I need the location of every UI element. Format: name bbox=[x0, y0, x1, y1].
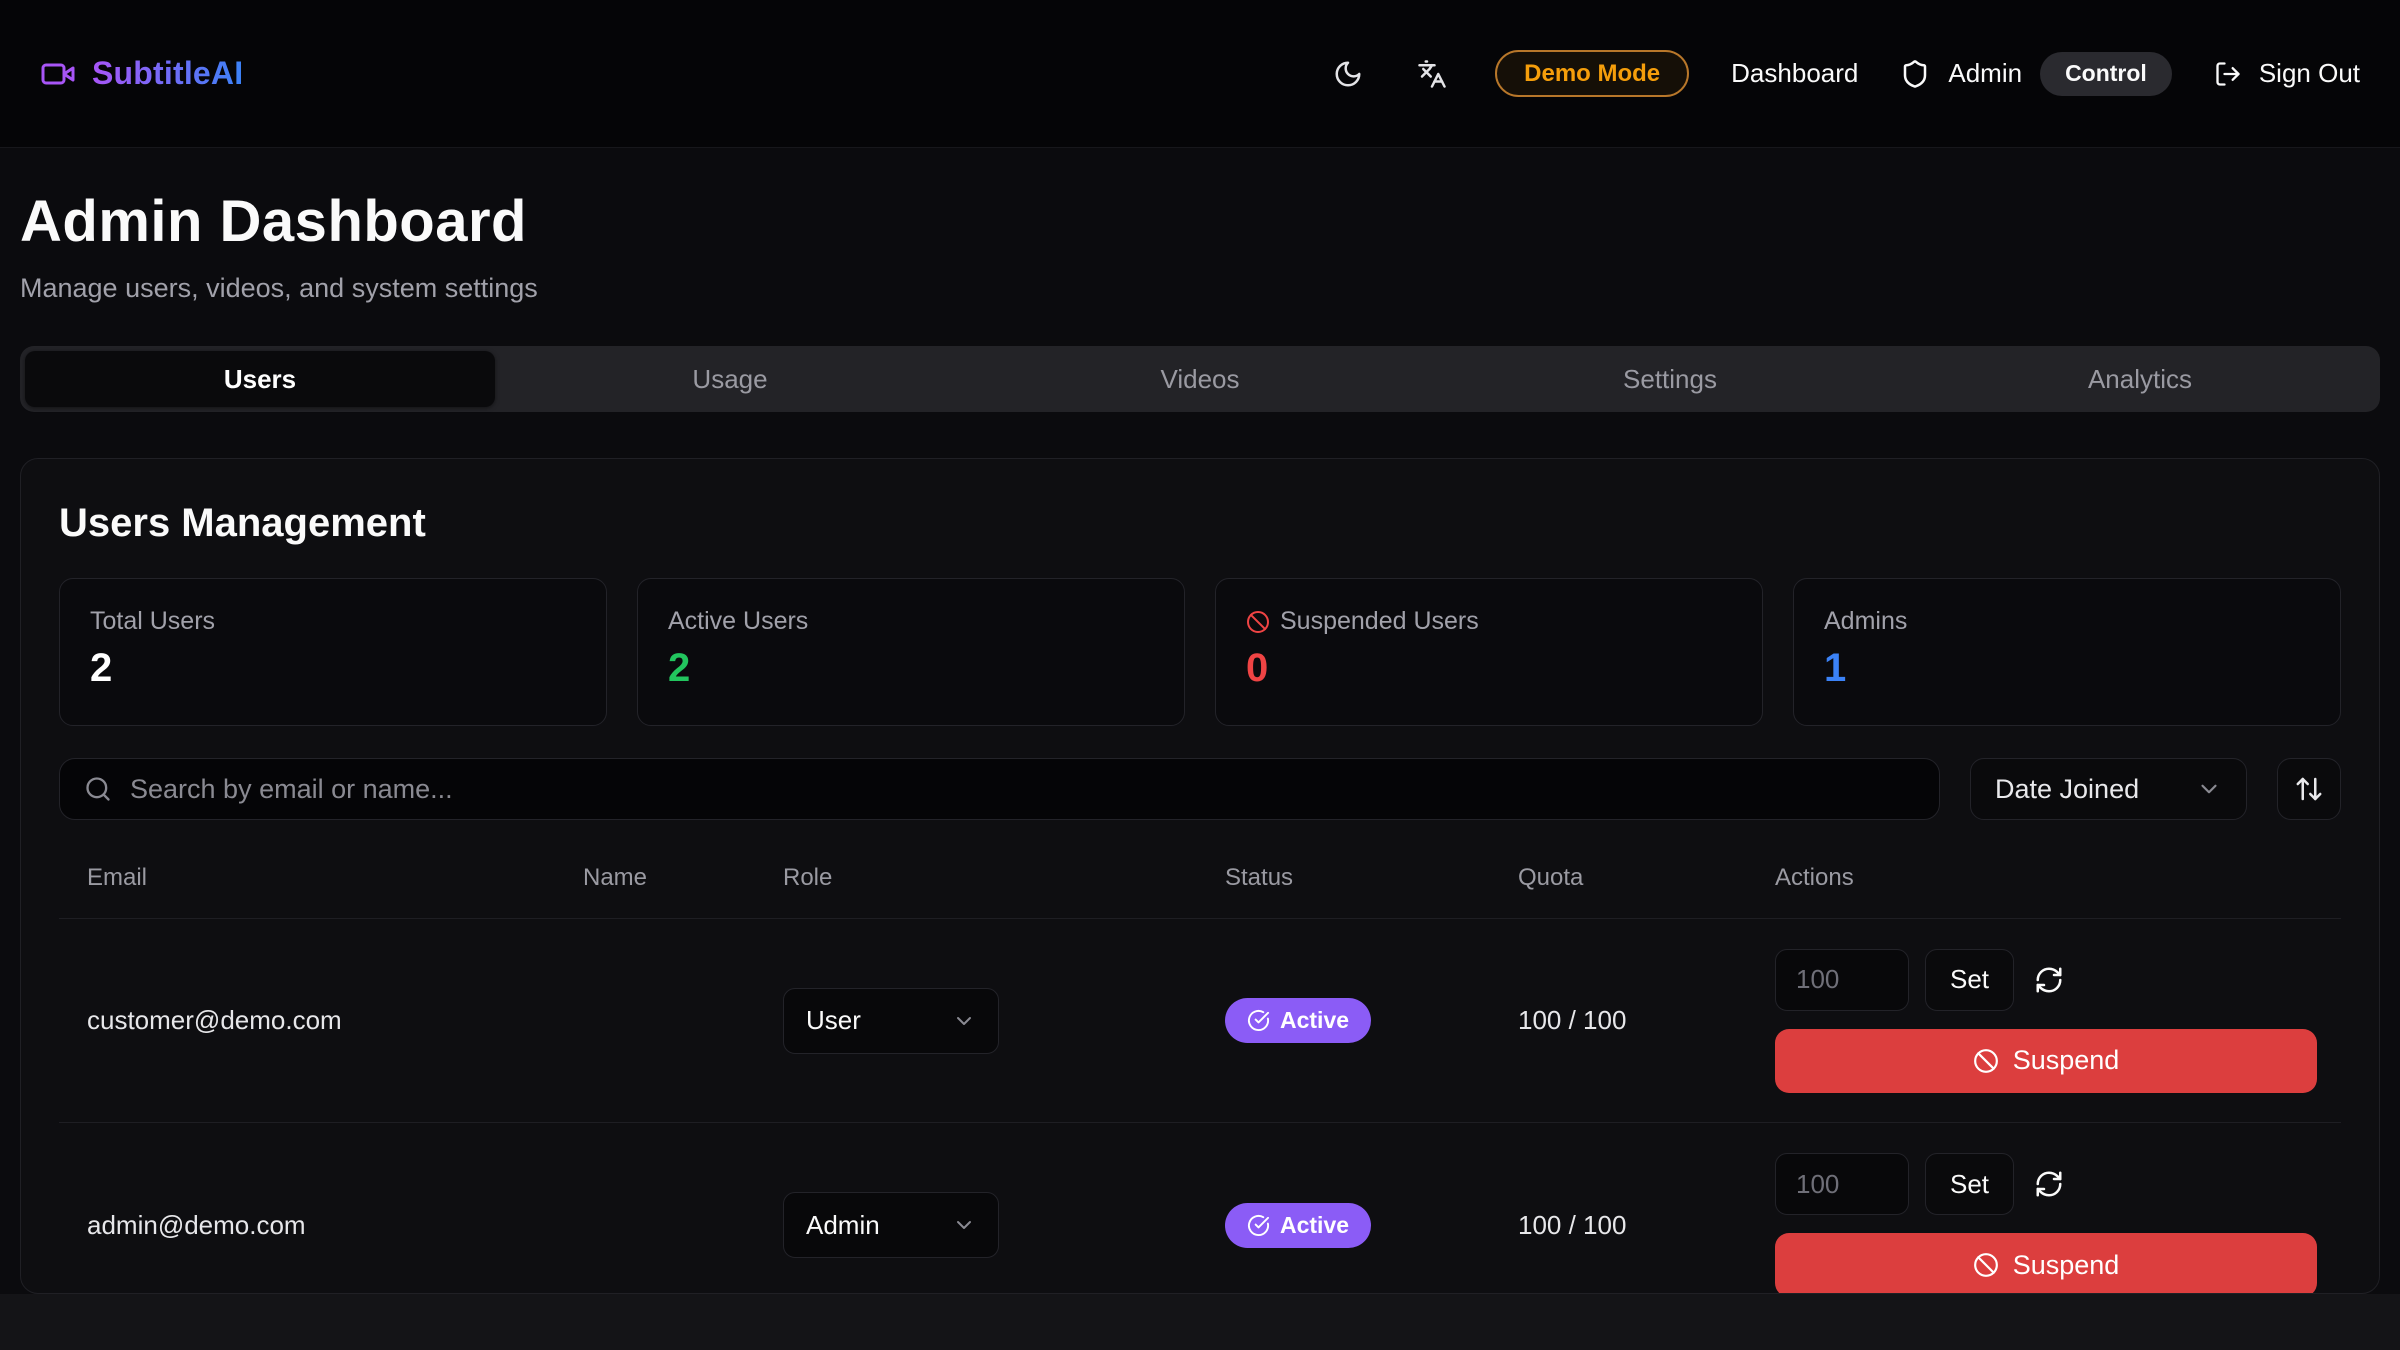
table-row: admin@demo.com Admin Active 100 / bbox=[59, 1123, 2341, 1294]
circle-check-icon bbox=[1247, 1214, 1270, 1237]
stat-suspended-users: Suspended Users 0 bbox=[1215, 578, 1763, 726]
table-row: customer@demo.com User Active 100 bbox=[59, 919, 2341, 1123]
stat-label: Total Users bbox=[90, 607, 576, 636]
quota-input[interactable] bbox=[1775, 1153, 1909, 1215]
section-title: Users Management bbox=[59, 501, 2341, 546]
stat-label: Admins bbox=[1824, 607, 2310, 636]
users-table: Email Name Role Status Quota Actions cus… bbox=[59, 864, 2341, 1294]
stat-value: 2 bbox=[90, 646, 576, 691]
tab-usage[interactable]: Usage bbox=[495, 351, 965, 407]
row-actions: Set Suspend bbox=[1747, 949, 2341, 1093]
sort-direction-button[interactable] bbox=[2277, 758, 2341, 820]
signout-button[interactable]: Sign Out bbox=[2214, 58, 2360, 89]
suspend-label: Suspend bbox=[2013, 1250, 2120, 1281]
set-quota-button[interactable]: Set bbox=[1925, 949, 2014, 1011]
sort-field-dropdown[interactable]: Date Joined bbox=[1970, 758, 2247, 820]
shield-icon bbox=[1900, 59, 1930, 89]
ban-icon bbox=[1973, 1252, 1999, 1278]
suspend-label: Suspend bbox=[2013, 1045, 2120, 1076]
chevron-down-icon bbox=[952, 1213, 976, 1237]
main-tabs: Users Usage Videos Settings Analytics bbox=[20, 346, 2380, 412]
row-actions: Set Suspend bbox=[1747, 1153, 2341, 1294]
tab-analytics[interactable]: Analytics bbox=[1905, 351, 2375, 407]
chevron-down-icon bbox=[952, 1009, 976, 1033]
page-subtitle: Manage users, videos, and system setting… bbox=[20, 273, 2380, 304]
role-dropdown[interactable]: Admin bbox=[783, 1192, 999, 1258]
video-camera-icon bbox=[40, 56, 76, 92]
refresh-quota-button[interactable] bbox=[2030, 961, 2068, 999]
moon-icon bbox=[1333, 59, 1363, 89]
table-controls: Date Joined bbox=[59, 758, 2341, 820]
theme-toggle-button[interactable] bbox=[1327, 53, 1369, 95]
set-quota-button[interactable]: Set bbox=[1925, 1153, 2014, 1215]
refresh-quota-button[interactable] bbox=[2030, 1165, 2068, 1203]
top-navbar: SubtitleAI Demo Mode Dashboard Admin Con… bbox=[0, 0, 2400, 148]
role-value: User bbox=[806, 1005, 861, 1036]
stat-active-users: Active Users 2 bbox=[637, 578, 1185, 726]
page-header: Admin Dashboard Manage users, videos, an… bbox=[0, 148, 2400, 304]
status-badge: Active bbox=[1225, 998, 1371, 1043]
stat-value: 2 bbox=[668, 646, 1154, 691]
suspend-button[interactable]: Suspend bbox=[1775, 1233, 2317, 1294]
suspend-button[interactable]: Suspend bbox=[1775, 1029, 2317, 1093]
refresh-icon bbox=[2034, 965, 2064, 995]
col-status: Status bbox=[1197, 864, 1490, 918]
users-management-card: Users Management Total Users 2 Active Us… bbox=[20, 458, 2380, 1294]
brand[interactable]: SubtitleAI bbox=[40, 55, 243, 92]
sort-field-value: Date Joined bbox=[1995, 774, 2139, 805]
demo-mode-badge: Demo Mode bbox=[1495, 50, 1689, 97]
arrow-up-down-icon bbox=[2294, 774, 2324, 804]
languages-icon bbox=[1417, 59, 1447, 89]
role-dropdown[interactable]: User bbox=[783, 988, 999, 1054]
circle-check-icon bbox=[1247, 1009, 1270, 1032]
stat-total-users: Total Users 2 bbox=[59, 578, 607, 726]
ban-icon bbox=[1973, 1048, 1999, 1074]
status-label: Active bbox=[1280, 1212, 1349, 1239]
stats-row: Total Users 2 Active Users 2 Suspended U… bbox=[59, 578, 2341, 726]
page-background-strip bbox=[0, 1294, 2400, 1350]
search-box bbox=[59, 758, 1940, 820]
signout-label: Sign Out bbox=[2259, 58, 2360, 89]
tab-users[interactable]: Users bbox=[25, 351, 495, 407]
status-badge: Active bbox=[1225, 1203, 1371, 1248]
navbar-actions: Demo Mode Dashboard Admin Control Sign O… bbox=[1327, 50, 2360, 97]
logout-icon bbox=[2214, 60, 2242, 88]
stat-value: 0 bbox=[1246, 646, 1732, 691]
tab-settings[interactable]: Settings bbox=[1435, 351, 1905, 407]
col-actions: Actions bbox=[1747, 864, 2341, 918]
quota-value: 100 / 100 bbox=[1490, 1210, 1747, 1241]
role-value: Admin bbox=[806, 1210, 880, 1241]
brand-name: SubtitleAI bbox=[92, 55, 243, 92]
ban-icon bbox=[1246, 610, 1270, 634]
col-quota: Quota bbox=[1490, 864, 1747, 918]
stat-label: Active Users bbox=[668, 607, 1154, 636]
dashboard-link[interactable]: Dashboard bbox=[1731, 58, 1858, 89]
stat-label: Suspended Users bbox=[1280, 607, 1479, 636]
page-title: Admin Dashboard bbox=[20, 188, 2380, 255]
col-email: Email bbox=[59, 864, 555, 918]
status-label: Active bbox=[1280, 1007, 1349, 1034]
language-button[interactable] bbox=[1411, 53, 1453, 95]
search-input[interactable] bbox=[130, 774, 1915, 805]
stat-value: 1 bbox=[1824, 646, 2310, 691]
user-email: admin@demo.com bbox=[59, 1210, 555, 1241]
refresh-icon bbox=[2034, 1169, 2064, 1199]
quota-value: 100 / 100 bbox=[1490, 1005, 1747, 1036]
table-header: Email Name Role Status Quota Actions bbox=[59, 864, 2341, 919]
col-name: Name bbox=[555, 864, 755, 918]
user-email: customer@demo.com bbox=[59, 1005, 555, 1036]
control-badge: Control bbox=[2040, 52, 2172, 96]
col-role: Role bbox=[755, 864, 1197, 918]
chevron-down-icon bbox=[2196, 776, 2222, 802]
quota-input[interactable] bbox=[1775, 949, 1909, 1011]
admin-label: Admin bbox=[1948, 58, 2022, 89]
admin-group: Admin Control bbox=[1900, 52, 2171, 96]
stat-admins: Admins 1 bbox=[1793, 578, 2341, 726]
search-icon bbox=[84, 775, 112, 803]
tab-videos[interactable]: Videos bbox=[965, 351, 1435, 407]
